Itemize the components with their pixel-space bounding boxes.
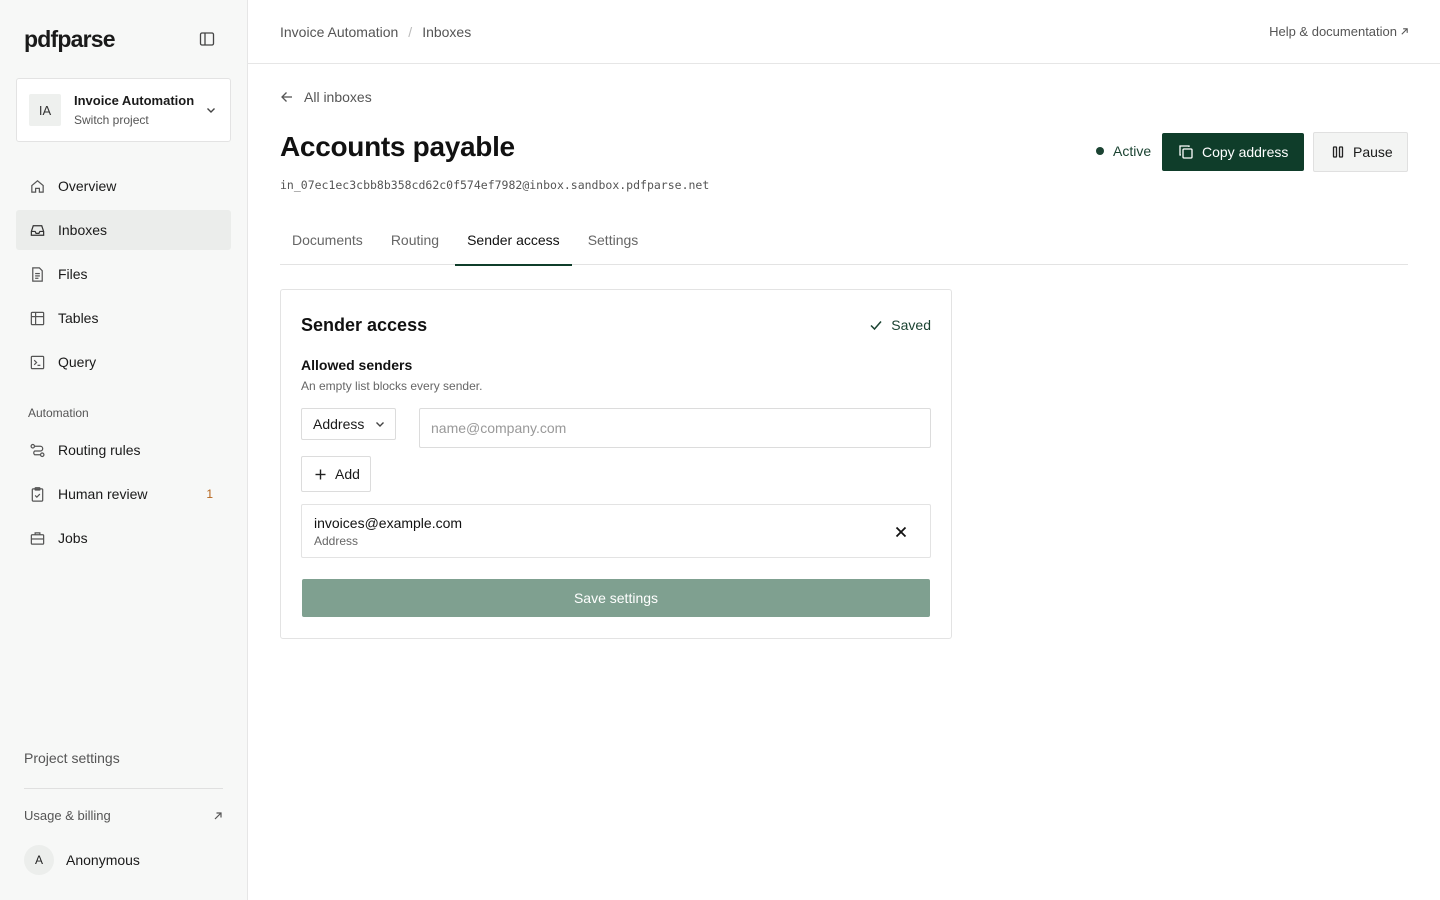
nav-item-files[interactable]: Files xyxy=(16,254,231,294)
clipboard-check-icon xyxy=(28,485,46,503)
status-dot xyxy=(1096,147,1104,155)
nav-label: Jobs xyxy=(58,530,88,546)
save-settings-button[interactable]: Save settings xyxy=(302,579,930,617)
external-link-icon xyxy=(214,811,222,819)
help-label: Help & documentation xyxy=(1269,24,1397,39)
main-nav: Overview Inboxes Files Tables Query xyxy=(16,166,231,386)
home-icon xyxy=(28,177,46,195)
external-link-icon xyxy=(1401,28,1408,35)
allowed-senders-hint: An empty list blocks every sender. xyxy=(301,379,483,393)
inbox-tabs: Documents Routing Sender access Settings xyxy=(280,218,1408,266)
sender-email-input[interactable] xyxy=(419,408,931,448)
pause-icon xyxy=(1332,146,1344,158)
nav-label: Tables xyxy=(58,310,99,326)
briefcase-icon xyxy=(28,529,46,547)
nav-item-routing-rules[interactable]: Routing rules xyxy=(16,430,231,470)
project-subtitle: Switch project xyxy=(74,113,149,127)
nav-item-jobs[interactable]: Jobs xyxy=(16,518,231,558)
add-label: Add xyxy=(335,466,360,482)
breadcrumb-inboxes[interactable]: Inboxes xyxy=(422,24,471,40)
status-badge: Active xyxy=(1096,143,1151,159)
usage-billing-link[interactable]: Usage & billing xyxy=(24,808,223,823)
arrow-left-icon xyxy=(281,92,292,102)
remove-sender-button[interactable] xyxy=(892,523,910,541)
copy-address-button[interactable]: Copy address xyxy=(1162,133,1304,171)
file-icon xyxy=(28,265,46,283)
sender-type-value: Address xyxy=(313,416,365,432)
breadcrumb-project[interactable]: Invoice Automation xyxy=(280,24,398,40)
table-icon xyxy=(28,309,46,327)
card-title: Sender access xyxy=(301,315,428,335)
sender-type: Address xyxy=(314,534,359,548)
add-sender-button[interactable]: Add xyxy=(301,456,371,492)
saved-label: Saved xyxy=(891,317,931,333)
sidebar: pdfparse IA Invoice Automation Switch pr… xyxy=(0,0,248,900)
inbox-icon xyxy=(28,221,46,239)
pause-label: Pause xyxy=(1353,144,1393,160)
saved-indicator: Saved xyxy=(869,317,931,333)
help-documentation-link[interactable]: Help & documentation xyxy=(1269,24,1409,39)
tab-documents[interactable]: Documents xyxy=(280,218,375,265)
user-menu[interactable]: A Anonymous xyxy=(24,845,140,875)
nav-label: Human review xyxy=(58,486,148,502)
user-name: Anonymous xyxy=(66,852,140,868)
sidebar-toggle-icon xyxy=(199,32,215,46)
nav-section-automation: Automation xyxy=(28,406,89,420)
project-switcher[interactable]: IA Invoice Automation Switch project xyxy=(16,78,231,142)
chevron-down-icon xyxy=(376,422,385,427)
nav-label: Query xyxy=(58,354,97,370)
pause-button[interactable]: Pause xyxy=(1313,132,1408,172)
list-item: invoices@example.com Address xyxy=(301,504,931,558)
nav-item-overview[interactable]: Overview xyxy=(16,166,231,206)
check-icon xyxy=(870,321,882,331)
usage-billing-label: Usage & billing xyxy=(24,808,111,823)
tab-sender-access[interactable]: Sender access xyxy=(455,218,572,266)
sender-type-select[interactable]: Address xyxy=(301,408,396,440)
nav-item-human-review[interactable]: Human review 1 xyxy=(16,474,231,514)
logo: pdfparse xyxy=(24,26,116,52)
top-bar: Invoice Automation / Inboxes Help & docu… xyxy=(248,0,1440,64)
back-to-inboxes-link[interactable]: All inboxes xyxy=(280,89,372,105)
project-name: Invoice Automation xyxy=(74,93,195,108)
nav-item-inboxes[interactable]: Inboxes xyxy=(16,210,231,250)
automation-nav: Routing rules Human review 1 Jobs xyxy=(16,430,231,562)
page-title: Accounts payable xyxy=(280,131,515,162)
tab-routing[interactable]: Routing xyxy=(379,218,451,265)
chevron-down-icon xyxy=(204,103,218,117)
breadcrumb: Invoice Automation / Inboxes xyxy=(280,24,471,40)
terminal-icon xyxy=(28,353,46,371)
back-label: All inboxes xyxy=(304,89,372,105)
copy-icon xyxy=(1179,145,1193,159)
close-icon xyxy=(895,526,907,538)
inbox-address: in_07ec1ec3cbb8b358cd62c0f574ef7982@inbo… xyxy=(280,178,710,192)
nav-label: Inboxes xyxy=(58,222,108,238)
nav-label: Routing rules xyxy=(58,442,141,458)
nav-item-query[interactable]: Query xyxy=(16,342,231,382)
allowed-senders-title: Allowed senders xyxy=(301,357,413,373)
nav-item-tables[interactable]: Tables xyxy=(16,298,231,338)
project-avatar: IA xyxy=(29,94,61,126)
nav-label: Overview xyxy=(58,178,117,194)
divider xyxy=(24,788,223,789)
sender-access-card: Sender access Saved Allowed senders An e… xyxy=(280,289,952,639)
status-label: Active xyxy=(1113,143,1152,159)
sender-email: invoices@example.com xyxy=(314,515,463,531)
breadcrumb-separator: / xyxy=(408,24,413,40)
project-settings-link[interactable]: Project settings xyxy=(24,750,120,766)
sidebar-toggle-button[interactable] xyxy=(196,28,218,50)
copy-address-label: Copy address xyxy=(1202,144,1289,160)
tab-settings[interactable]: Settings xyxy=(576,218,651,265)
review-count-badge: 1 xyxy=(206,487,213,501)
routing-icon xyxy=(28,441,46,459)
nav-label: Files xyxy=(58,266,88,282)
plus-icon xyxy=(315,469,326,479)
avatar: A xyxy=(24,845,54,875)
